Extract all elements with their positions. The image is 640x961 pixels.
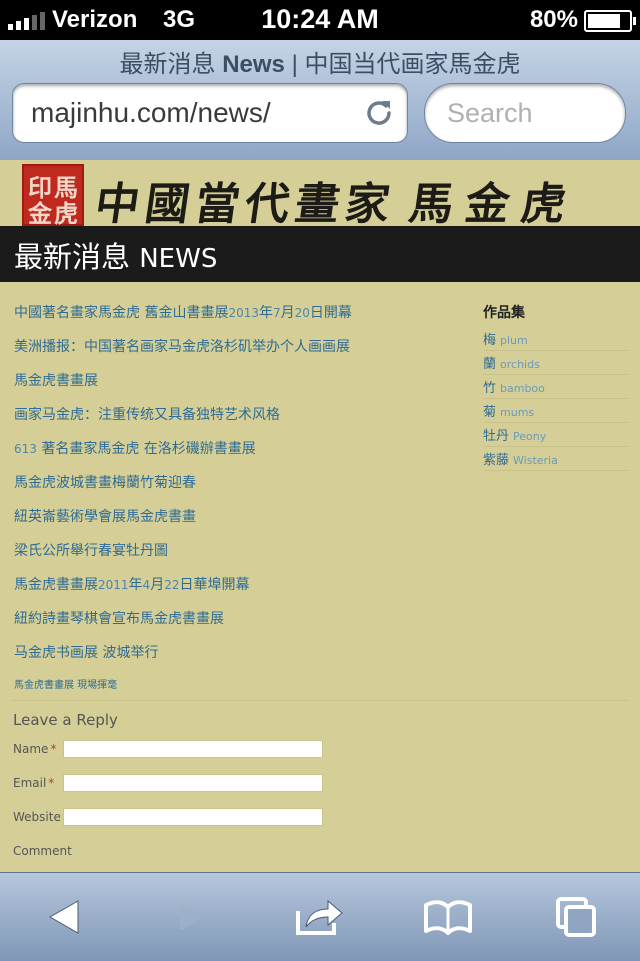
sidebar-category-link[interactable]: 紫藤 Wisteria [483,448,628,471]
comment-label: Comment [13,844,72,858]
name-label: Name * [13,742,57,756]
website-label: Website [13,810,61,824]
news-link[interactable]: 马金虎书画展 波城举行 [14,642,158,662]
news-link[interactable]: 中國著名畫家馬金虎 舊金山書畫展2013年7月20日開幕 [14,302,352,322]
banner-calligraphy-title: 中國當代畫家 [91,179,399,230]
news-link[interactable]: 馬金虎書畫展 [14,370,98,390]
search-field[interactable] [424,83,626,143]
news-link[interactable]: 馬金虎書畫展 現場揮毫 [14,676,117,691]
section-title-en: NEWS [139,244,218,274]
page-title-suffix: | 中国当代画家馬金虎 [291,51,521,78]
share-icon [296,899,343,935]
section-title-cn: 最新消息 [14,240,131,274]
tabs-icon [556,897,596,937]
section-title: 最新消息 NEWS [14,234,217,276]
news-link[interactable]: 梁氏公所舉行春宴牡丹圖 [14,540,168,560]
news-link[interactable]: 613 著名畫家馬金虎 在洛杉磯辦書畫展 [14,438,256,458]
page-title-en: News [222,51,285,78]
search-input[interactable] [445,94,609,132]
website-field[interactable] [63,808,323,826]
share-button[interactable] [256,873,384,961]
reply-form: Leave a Reply Name * Email * Website Comme… [13,711,633,858]
sidebar-category-link[interactable]: 竹 bamboo [483,376,628,399]
url-text[interactable]: majinhu.com/news/ [31,97,271,129]
reply-title: Leave a Reply [13,711,118,729]
news-link[interactable]: 紐約詩畫琴棋會宣布馬金虎書畫展 [14,608,224,628]
page-title-cn: 最新消息 [119,51,216,78]
back-button[interactable] [0,873,128,961]
news-link[interactable]: 画家马金虎：注重传统又具备独特艺术风格 [14,404,280,424]
seal-stamp: 印 馬 金 虎 [22,164,84,228]
address-bar[interactable]: majinhu.com/news/ [12,83,408,143]
sidebar-portfolio: 作品集 梅 plum 蘭 orchids 竹 bamboo 菊 mums 牡丹 Peony 紫藤 Wi… [483,302,628,472]
book-icon [424,900,472,935]
back-arrow-icon [48,900,79,934]
page-title: 最新消息 News | 中国当代画家馬金虎 [0,44,640,79]
bookmarks-button[interactable] [384,873,512,961]
sidebar-category-link[interactable]: 牡丹 Peony [483,424,628,447]
battery-icon [584,10,636,32]
seal-char: 虎 [54,199,78,228]
news-link[interactable]: 馬金虎波城書畫梅蘭竹菊迎春 [14,472,196,492]
site-banner: 印 馬 金 虎 中國當代畫家 馬金虎 [0,160,640,230]
banner-calligraphy-name: 馬金虎 [405,179,581,230]
sidebar-category-link[interactable]: 梅 plum [483,328,628,351]
news-link[interactable]: 馬金虎書畫展2011年4月22日華埠開幕 [14,574,249,594]
browser-bottom-bar [0,872,640,961]
sidebar-category-link[interactable]: 菊 mums [483,400,628,423]
name-field[interactable] [63,740,323,758]
seal-char: 金 [28,199,52,228]
email-label: Email * [13,776,55,790]
browser-toolbar: 最新消息 News | 中国当代画家馬金虎 majinhu.com/news/ [0,40,640,161]
divider [12,700,628,701]
email-field[interactable] [63,774,323,792]
forward-button[interactable] [128,873,256,961]
tabs-button[interactable] [512,873,640,961]
sidebar-heading: 作品集 [483,305,525,321]
forward-arrow-icon [180,903,204,931]
sidebar-category-link[interactable]: 蘭 orchids [483,352,628,375]
reload-icon[interactable] [363,97,395,129]
status-bar: Verizon 3G 10:24 AM 80% [0,0,640,40]
news-link[interactable]: 紐英崙藝術學會展馬金虎書畫 [14,506,196,526]
news-link[interactable]: 美洲播报：中国著名画家马金虎洛杉矶举办个人画画展 [14,336,350,356]
section-header: 最新消息 NEWS [0,226,640,282]
battery-percent: 80% [529,6,578,33]
